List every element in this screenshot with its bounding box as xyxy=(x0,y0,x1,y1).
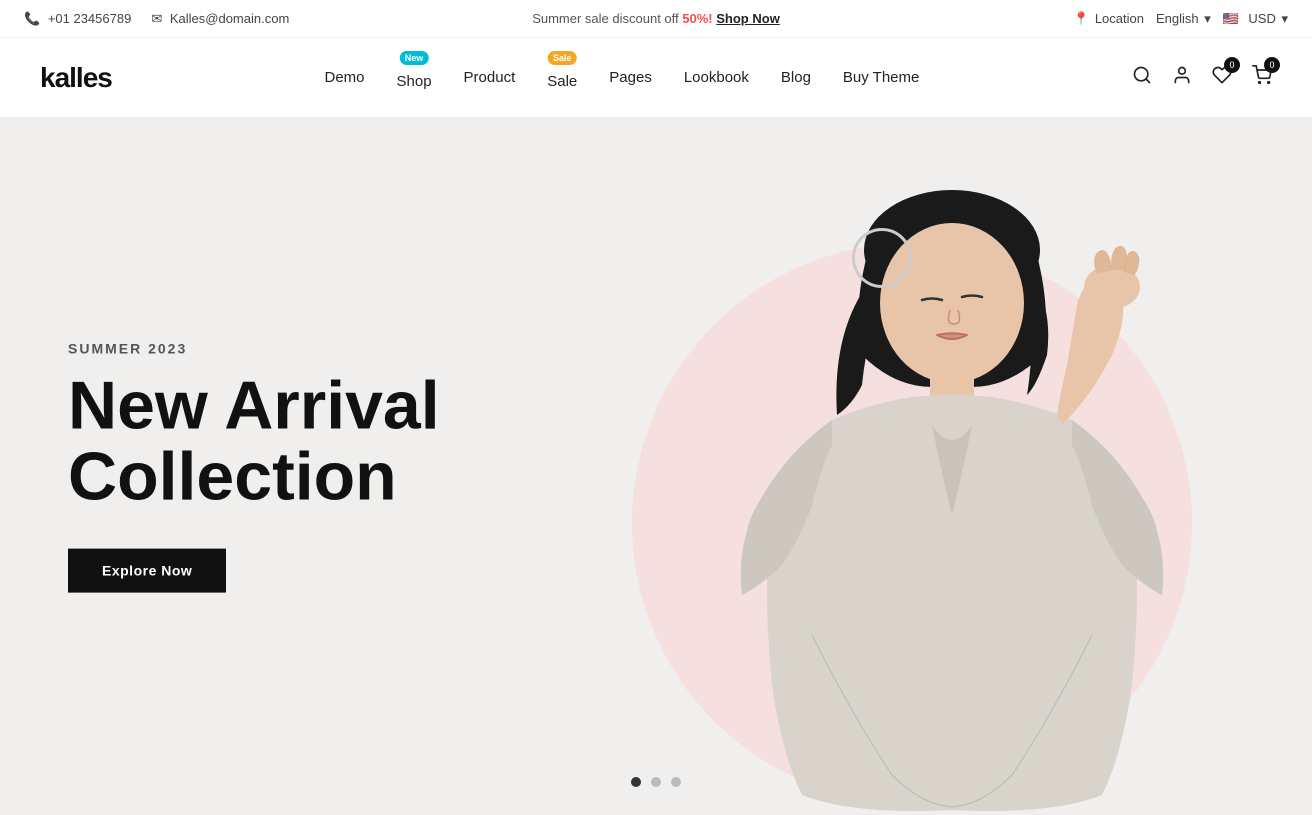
slide-dot-1[interactable] xyxy=(631,777,641,787)
phone-icon: 📞 xyxy=(24,11,40,26)
slide-dot-2[interactable] xyxy=(651,777,661,787)
logo[interactable]: kalles xyxy=(40,62,112,94)
phone-contact: 📞 +01 23456789 xyxy=(24,11,131,27)
header-icons: 0 0 xyxy=(1132,65,1272,91)
header: kalles Demo New Shop Product Sale Sale P… xyxy=(0,38,1312,118)
nav-item-buy-theme[interactable]: Buy Theme xyxy=(843,69,919,86)
hero-title: New Arrival Collection xyxy=(68,370,708,513)
email-contact: ✉ Kalles@domain.com xyxy=(151,11,289,27)
promo-banner: Summer sale discount off 50%! Shop Now xyxy=(532,11,780,26)
cart-icon[interactable]: 0 xyxy=(1252,65,1272,91)
location-icon: 📍 xyxy=(1073,11,1089,26)
location-selector[interactable]: 📍 Location xyxy=(1073,11,1144,27)
explore-now-button[interactable]: Explore Now xyxy=(68,549,226,593)
flag-icon: 🇺🇸 xyxy=(1223,11,1241,23)
chevron-down-icon: ▾ xyxy=(1204,11,1211,26)
nav-item-pages[interactable]: Pages xyxy=(609,69,652,86)
mail-icon: ✉ xyxy=(151,11,162,26)
nav-item-lookbook[interactable]: Lookbook xyxy=(684,69,749,86)
top-bar: 📞 +01 23456789 ✉ Kalles@domain.com Summe… xyxy=(0,0,1312,38)
hero-subtitle: SUMMER 2023 xyxy=(68,340,708,356)
nav-item-shop[interactable]: New Shop xyxy=(397,65,432,90)
currency-selector[interactable]: 🇺🇸 USD ▾ xyxy=(1223,11,1288,27)
language-selector[interactable]: English ▾ xyxy=(1156,11,1211,27)
hero-earring-decoration xyxy=(852,228,912,288)
slide-dot-3[interactable] xyxy=(671,777,681,787)
top-bar-left: 📞 +01 23456789 ✉ Kalles@domain.com xyxy=(24,11,289,27)
promo-percent: 50%! xyxy=(682,11,712,26)
chevron-down-icon: ▾ xyxy=(1281,11,1288,26)
hero-section: SUMMER 2023 New Arrival Collection Explo… xyxy=(0,118,1312,815)
main-nav: Demo New Shop Product Sale Sale Pages Lo… xyxy=(324,65,919,90)
hero-model-image xyxy=(652,135,1232,815)
nav-item-demo[interactable]: Demo xyxy=(324,69,364,86)
wishlist-icon[interactable]: 0 xyxy=(1212,65,1232,91)
nav-item-sale[interactable]: Sale Sale xyxy=(547,65,577,90)
search-icon[interactable] xyxy=(1132,65,1152,91)
account-icon[interactable] xyxy=(1172,65,1192,91)
shop-now-link[interactable]: Shop Now xyxy=(716,11,780,26)
nav-item-product[interactable]: Product xyxy=(464,69,516,86)
nav-item-blog[interactable]: Blog xyxy=(781,69,811,86)
hero-content: SUMMER 2023 New Arrival Collection Explo… xyxy=(68,340,708,593)
model-svg xyxy=(652,135,1232,815)
slide-dots xyxy=(631,777,681,787)
sale-badge: Sale xyxy=(548,51,577,65)
new-badge: New xyxy=(400,51,429,65)
wishlist-count: 0 xyxy=(1224,57,1240,73)
top-bar-right: 📍 Location English ▾ 🇺🇸 USD ▾ xyxy=(1073,11,1288,27)
cart-count: 0 xyxy=(1264,57,1280,73)
